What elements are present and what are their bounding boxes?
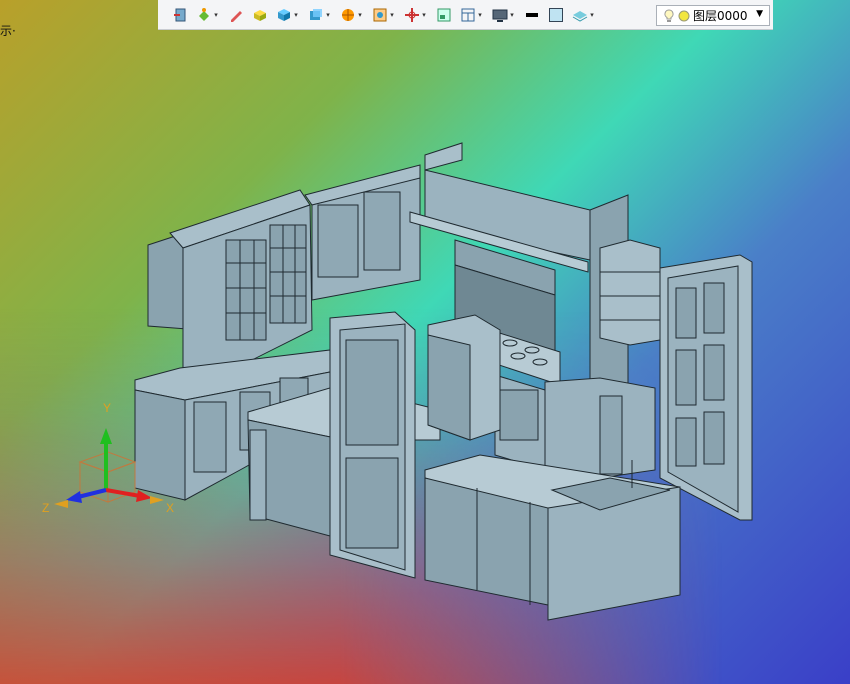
view-box-dropdown[interactable]: ▾ — [324, 7, 332, 23]
render-sphere-icon[interactable] — [340, 7, 356, 23]
layer-label: 图层0000 — [693, 9, 748, 23]
pivot-icon[interactable] — [404, 7, 420, 23]
axis-triad: Y X Z — [42, 401, 174, 515]
panel-icon[interactable] — [436, 7, 452, 23]
view-box-icon[interactable] — [308, 7, 324, 23]
render-sphere-dropdown[interactable]: ▾ — [356, 7, 364, 23]
kitchen-model[interactable] — [0, 0, 850, 684]
line-weight-icon[interactable] — [524, 7, 540, 23]
3d-viewport[interactable]: 示· Y X Z ▾ ▾ ▾ ▾ ▾ ▾ ▾ ▾ ▾ 图层0000 ▼ — [0, 0, 850, 684]
box-solid-icon[interactable] — [252, 7, 268, 23]
exit-icon[interactable] — [172, 7, 188, 23]
split-view-icon[interactable] — [460, 7, 476, 23]
split-view-dropdown[interactable]: ▾ — [476, 7, 484, 23]
layer-stack-dropdown[interactable]: ▾ — [588, 7, 596, 23]
x-axis-label: X — [166, 501, 174, 515]
layer-select[interactable]: 图层0000 ▼ — [656, 5, 770, 26]
paint-bucket-dropdown[interactable]: ▾ — [212, 7, 220, 23]
cube-dropdown[interactable]: ▾ — [292, 7, 300, 23]
lightbulb-icon[interactable] — [663, 8, 675, 23]
frame-icon[interactable] — [372, 7, 388, 23]
chevron-down-icon[interactable]: ▼ — [756, 9, 763, 19]
paint-bucket-icon[interactable] — [196, 7, 212, 23]
cube-icon[interactable] — [276, 7, 292, 23]
pencil-icon[interactable] — [228, 7, 244, 23]
layer-color-icon[interactable] — [678, 10, 690, 22]
frame-dropdown[interactable]: ▾ — [388, 7, 396, 23]
pivot-dropdown[interactable]: ▾ — [420, 7, 428, 23]
display-dropdown[interactable]: ▾ — [508, 7, 516, 23]
fill-color-icon[interactable] — [548, 7, 564, 23]
layer-stack-icon[interactable] — [572, 7, 588, 23]
z-axis-label: Z — [42, 501, 49, 515]
display-icon[interactable] — [492, 7, 508, 23]
y-axis-label: Y — [103, 401, 111, 415]
